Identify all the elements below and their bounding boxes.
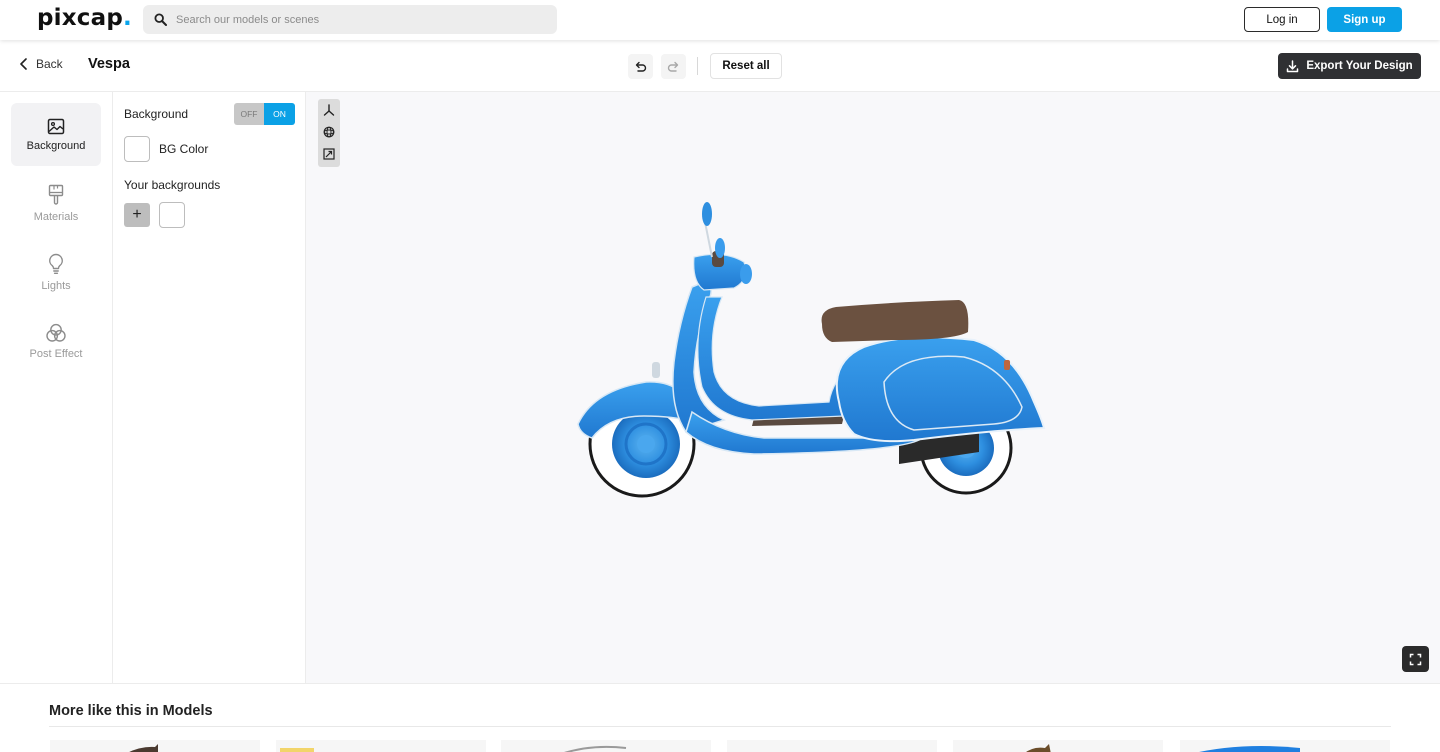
vespa-scooter-model[interactable] [574,202,1046,502]
sidebar-item-label: Post Effect [29,348,83,360]
lightbulb-icon [49,253,63,274]
section-divider [49,726,1391,727]
mirror [702,202,712,226]
search-icon [154,13,167,26]
thumbnail-preview [564,745,627,752]
resize-frame-button[interactable] [318,143,340,165]
sidebar-item-materials[interactable]: Materials [11,172,101,235]
redo-icon [667,61,679,72]
bg-color-label: BG Color [159,142,209,156]
toolbar-divider [697,57,698,75]
model-thumbnail[interactable] [953,740,1163,752]
tail-light [1004,360,1010,370]
export-design-button[interactable]: Export Your Design [1278,53,1421,79]
model-thumbnail[interactable] [50,740,260,752]
3d-viewport[interactable] [306,92,1440,683]
search-bar[interactable] [143,5,557,34]
more-like-this-section: More like this in Models [0,683,1440,752]
search-input[interactable] [176,13,536,26]
signup-button[interactable]: Sign up [1327,7,1402,32]
sidebar-item-post-effect[interactable]: Post Effect [11,310,101,373]
reset-all-button[interactable]: Reset all [710,53,782,79]
viewport-tools [318,99,340,167]
seat [821,300,969,342]
toggle-on-option[interactable]: ON [264,103,295,125]
sidebar-item-background[interactable]: Background [11,103,101,166]
model-title: Vespa [88,56,130,72]
sidebar-item-label: Materials [33,211,79,223]
bg-color-swatch[interactable] [124,136,150,162]
saved-background-swatch[interactable] [159,202,185,228]
thumbnail-preview [1199,746,1300,752]
redo-button[interactable] [661,54,686,79]
paint-brush-icon [48,184,64,205]
axis-gizmo-button[interactable] [318,99,340,121]
orbit-icon [323,126,335,138]
resize-frame-icon [323,148,335,160]
section-title: More like this in Models [49,703,213,719]
your-backgrounds-label: Your backgrounds [124,178,221,192]
fullscreen-button[interactable] [1402,646,1429,672]
editor-sidebar: Background Materials Lights Post Effect [0,92,113,683]
color-circles-icon [46,323,66,342]
download-icon [1287,59,1299,72]
editor-header: Back Vespa Reset all Export Your Design [0,40,1440,92]
rear-body [835,336,1046,443]
thumbnail-preview [1025,744,1051,752]
add-background-button[interactable]: + [124,203,150,227]
lever [715,238,725,258]
logo-dot: . [123,5,132,31]
sidebar-item-lights[interactable]: Lights [11,241,101,304]
sidebar-item-label: Lights [41,280,71,292]
axis-gizmo-icon [323,104,335,116]
back-label: Back [36,57,63,71]
thumbnail-preview [280,748,314,752]
horn-cover [652,362,660,378]
top-navigation-bar: pixcap. Log in Sign up [0,0,1440,40]
export-label: Export Your Design [1306,60,1413,72]
undo-button[interactable] [628,54,653,79]
model-thumbnail[interactable] [276,740,486,752]
sidebar-item-label: Background [26,139,86,152]
toggle-off-option[interactable]: OFF [234,103,264,125]
background-section-title: Background [124,107,189,121]
thumbnail-preview [129,744,158,752]
background-toggle[interactable]: OFF ON [234,103,295,125]
model-thumbnail[interactable] [501,740,711,752]
orbit-button[interactable] [318,121,340,143]
headlight [740,264,752,284]
back-button[interactable]: Back [19,57,63,71]
chevron-left-icon [20,58,27,70]
image-icon [47,118,65,134]
background-settings-panel: Background OFF ON BG Color Your backgrou… [113,92,306,683]
fullscreen-icon [1409,653,1422,665]
login-button[interactable]: Log in [1244,7,1320,32]
pixcap-logo[interactable]: pixcap. [37,5,132,31]
undo-icon [635,61,647,72]
model-thumbnail[interactable] [727,740,937,752]
model-thumbnail[interactable] [1180,740,1390,752]
logo-text: pixcap [37,5,124,31]
